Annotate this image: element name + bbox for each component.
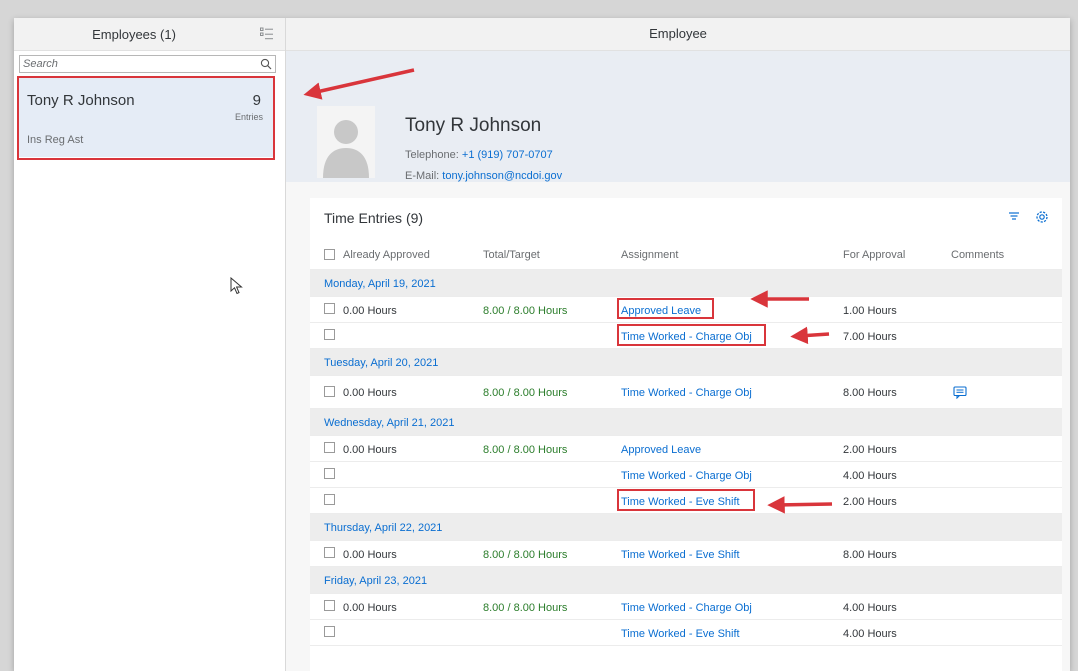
row-checkbox[interactable] xyxy=(324,600,335,611)
already-approved-cell: 0.00 Hours xyxy=(343,444,397,456)
table-title: Time Entries (9) xyxy=(324,210,424,226)
employee-list-panel: Employees (1) Tony R Johnson 9 Entries I… xyxy=(14,18,286,671)
column-header-for-approval[interactable]: For Approval xyxy=(843,249,905,261)
table-row[interactable]: Time Worked - Eve Shift 4.00 Hours xyxy=(310,620,1062,646)
employee-list-item[interactable]: Tony R Johnson 9 Entries Ins Reg Ast xyxy=(19,78,273,157)
already-approved-cell: 0.00 Hours xyxy=(343,387,397,399)
group-date: Friday, April 23, 2021 xyxy=(324,575,428,587)
table-row[interactable]: Time Worked - Charge Obj 4.00 Hours xyxy=(310,462,1062,488)
employee-job-title: Ins Reg Ast xyxy=(27,134,84,146)
group-header-row: Tuesday, April 20, 2021 xyxy=(310,349,1062,376)
employee-detail-panel: Employee Tony R Johnson Telephone: +1 (9… xyxy=(286,18,1070,671)
for-approval-cell: 4.00 Hours xyxy=(843,470,897,482)
column-header-comments[interactable]: Comments xyxy=(951,249,1004,261)
entries-count: 9 xyxy=(252,92,261,109)
total-target-cell: 8.00 / 8.00 Hours xyxy=(483,444,568,456)
employee-object-header: Tony R Johnson Telephone: +1 (919) 707-0… xyxy=(286,51,1070,182)
for-approval-cell: 2.00 Hours xyxy=(843,496,897,508)
row-checkbox[interactable] xyxy=(324,442,335,453)
group-date: Monday, April 19, 2021 xyxy=(324,278,436,290)
column-header-assignment[interactable]: Assignment xyxy=(621,249,678,261)
detail-title: Employee xyxy=(286,18,1070,51)
comment-icon[interactable] xyxy=(953,386,967,399)
telephone-line: Telephone: +1 (919) 707-0707 xyxy=(405,149,553,161)
person-placeholder-icon xyxy=(323,120,369,178)
column-header-total-target[interactable]: Total/Target xyxy=(483,249,540,261)
total-target-cell: 8.00 / 8.00 Hours xyxy=(483,549,568,561)
filter-list-icon[interactable] xyxy=(260,27,274,41)
assignment-link[interactable]: Approved Leave xyxy=(621,305,701,317)
search-icon[interactable] xyxy=(260,58,272,70)
group-header-row: Monday, April 19, 2021 xyxy=(310,270,1062,297)
table-row[interactable]: Time Worked - Eve Shift 2.00 Hours xyxy=(310,488,1062,514)
total-target-cell: 8.00 / 8.00 Hours xyxy=(483,387,568,399)
app-window: Employees (1) Tony R Johnson 9 Entries I… xyxy=(14,18,1070,671)
group-header-row: Friday, April 23, 2021 xyxy=(310,567,1062,594)
table-row[interactable]: 0.00 Hours 8.00 / 8.00 Hours Time Worked… xyxy=(310,594,1062,620)
email-link[interactable]: tony.johnson@ncdoi.gov xyxy=(442,170,562,182)
table-row[interactable]: 0.00 Hours 8.00 / 8.00 Hours Time Worked… xyxy=(310,541,1062,567)
entries-label: Entries xyxy=(234,112,263,122)
mouse-cursor-icon xyxy=(230,277,243,295)
row-checkbox[interactable] xyxy=(324,626,335,637)
already-approved-cell: 0.00 Hours xyxy=(343,549,397,561)
assignment-link[interactable]: Time Worked - Charge Obj xyxy=(621,387,752,399)
email-line: E-Mail: tony.johnson@ncdoi.gov xyxy=(405,170,562,182)
already-approved-cell: 0.00 Hours xyxy=(343,305,397,317)
already-approved-cell: 0.00 Hours xyxy=(343,602,397,614)
group-header-row: Wednesday, April 21, 2021 xyxy=(310,409,1062,436)
sort-icon[interactable] xyxy=(1007,210,1021,224)
for-approval-cell: 2.00 Hours xyxy=(843,444,897,456)
assignment-link[interactable]: Approved Leave xyxy=(621,444,701,456)
for-approval-cell: 1.00 Hours xyxy=(843,305,897,317)
row-checkbox[interactable] xyxy=(324,494,335,505)
table-row[interactable]: 0.00 Hours 8.00 / 8.00 Hours Time Worked… xyxy=(310,376,1062,409)
telephone-label: Telephone: xyxy=(405,149,459,161)
avatar xyxy=(317,106,375,178)
row-checkbox[interactable] xyxy=(324,468,335,479)
telephone-link[interactable]: +1 (919) 707-0707 xyxy=(462,149,553,161)
time-entries-table: Time Entries (9) Already Approved Total/… xyxy=(310,198,1062,671)
for-approval-cell: 8.00 Hours xyxy=(843,549,897,561)
assignment-link[interactable]: Time Worked - Eve Shift xyxy=(621,549,740,561)
assignment-link[interactable]: Time Worked - Eve Shift xyxy=(621,496,740,508)
assignment-link[interactable]: Time Worked - Charge Obj xyxy=(621,602,752,614)
employee-header-name: Tony R Johnson xyxy=(405,115,542,136)
group-header-row: Thursday, April 22, 2021 xyxy=(310,514,1062,541)
search-field[interactable] xyxy=(19,55,276,73)
search-input[interactable] xyxy=(23,56,243,72)
group-date: Wednesday, April 21, 2021 xyxy=(324,417,455,429)
select-all-checkbox[interactable] xyxy=(324,249,335,260)
employee-list-title: Employees (1) xyxy=(92,27,176,42)
email-label: E-Mail: xyxy=(405,170,440,182)
for-approval-cell: 7.00 Hours xyxy=(843,331,897,343)
row-checkbox[interactable] xyxy=(324,303,335,314)
total-target-cell: 8.00 / 8.00 Hours xyxy=(483,305,568,317)
assignment-link[interactable]: Time Worked - Charge Obj xyxy=(621,470,752,482)
assignment-link[interactable]: Time Worked - Charge Obj xyxy=(621,331,752,343)
row-checkbox[interactable] xyxy=(324,547,335,558)
gear-icon[interactable] xyxy=(1034,209,1050,225)
table-row[interactable]: 0.00 Hours 8.00 / 8.00 Hours Approved Le… xyxy=(310,297,1062,323)
assignment-link[interactable]: Time Worked - Eve Shift xyxy=(621,628,740,640)
for-approval-cell: 8.00 Hours xyxy=(843,387,897,399)
employee-list-header: Employees (1) xyxy=(14,18,285,51)
total-target-cell: 8.00 / 8.00 Hours xyxy=(483,602,568,614)
group-date: Thursday, April 22, 2021 xyxy=(324,522,443,534)
column-header-row: Already Approved Total/Target Assignment… xyxy=(310,240,1062,270)
column-header-already-approved[interactable]: Already Approved xyxy=(343,249,430,261)
row-checkbox[interactable] xyxy=(324,329,335,340)
for-approval-cell: 4.00 Hours xyxy=(843,602,897,614)
table-row[interactable]: 0.00 Hours 8.00 / 8.00 Hours Approved Le… xyxy=(310,436,1062,462)
group-date: Tuesday, April 20, 2021 xyxy=(324,357,439,369)
for-approval-cell: 4.00 Hours xyxy=(843,628,897,640)
row-checkbox[interactable] xyxy=(324,386,335,397)
employee-name: Tony R Johnson xyxy=(27,92,135,109)
table-row[interactable]: Time Worked - Charge Obj 7.00 Hours xyxy=(310,323,1062,349)
